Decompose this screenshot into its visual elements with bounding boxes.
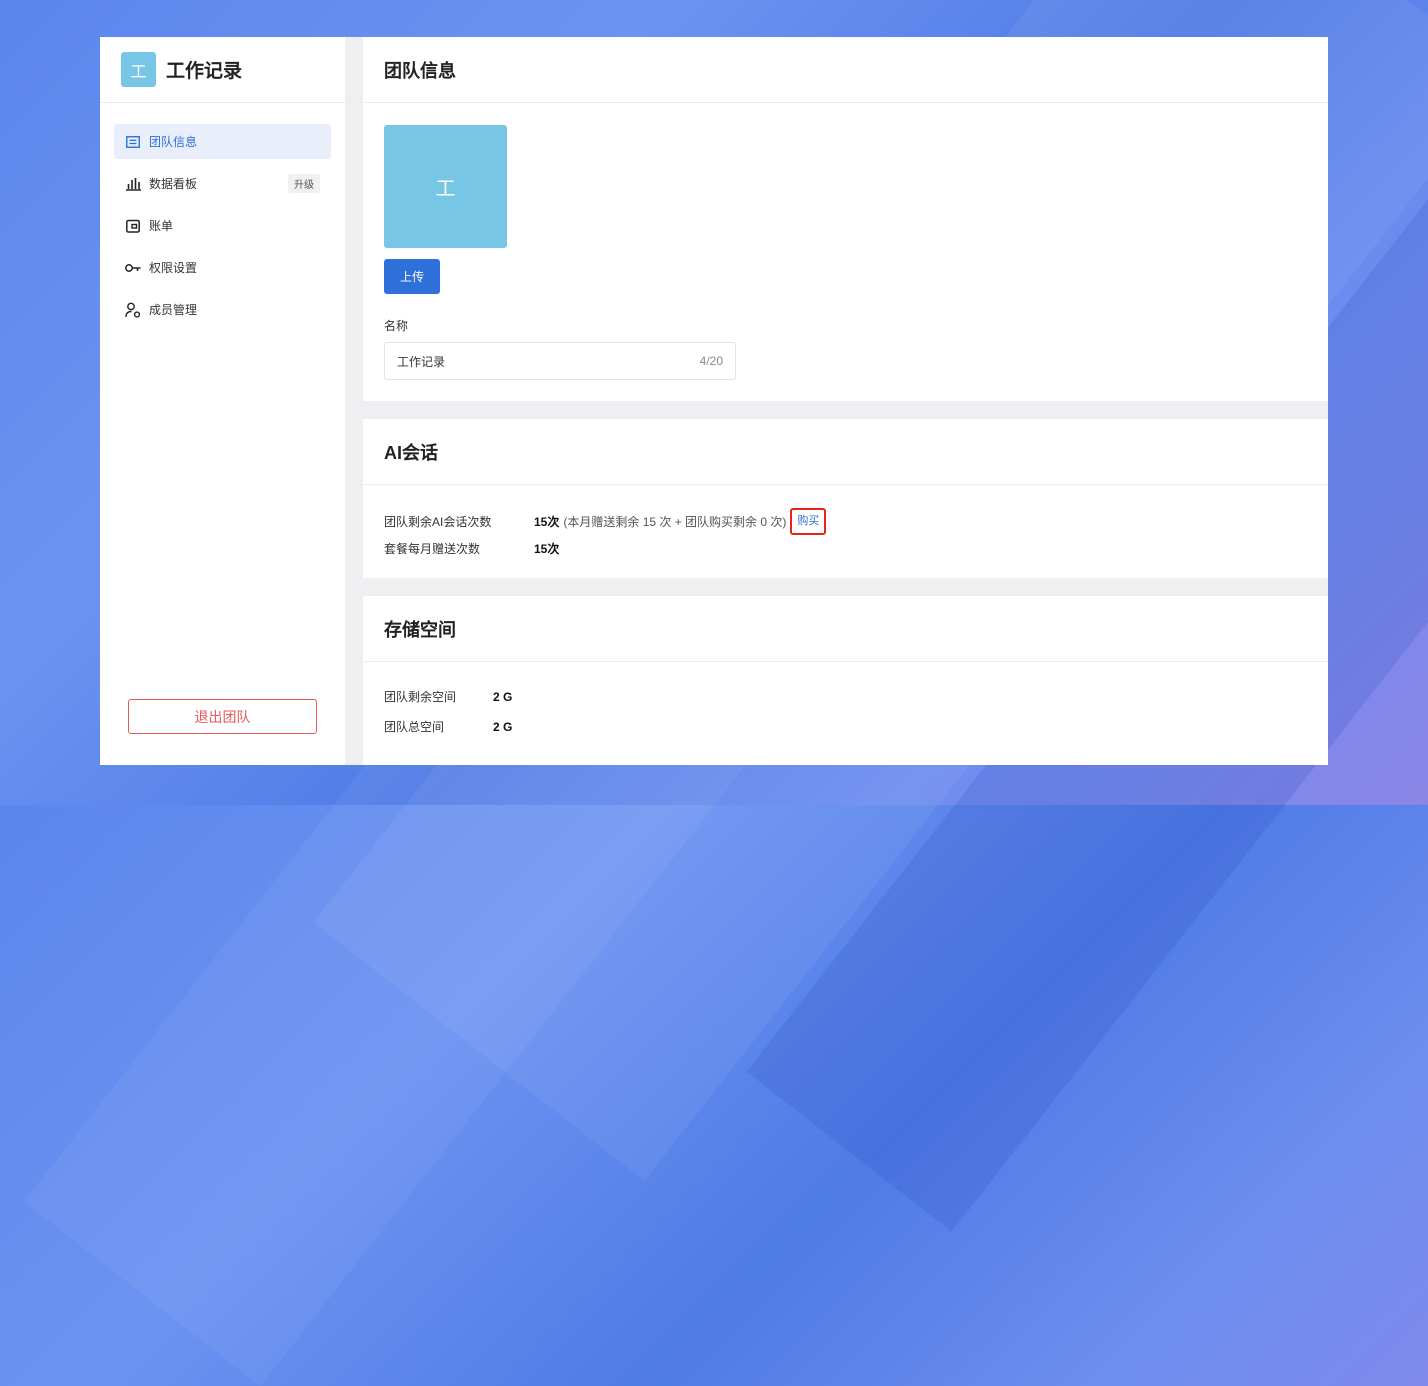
ai-monthly-row: 套餐每月赠送次数 15次 [384,540,559,557]
ai-remaining-note: (本月赠送剩余 15 次 + 团队购买剩余 0 次) [563,515,787,529]
ai-monthly-label: 套餐每月赠送次数 [384,542,481,556]
sidebar-item-label: 数据看板 [149,177,198,191]
sidebar-item-label: 权限设置 [149,261,198,275]
storage-total-row: 团队总空间 2 G [384,718,512,735]
upload-button[interactable]: 上传 [384,259,440,294]
storage-remaining-label: 团队剩余空间 [384,690,457,704]
storage-total-value: 2 G [493,719,513,734]
sidebar-item-permissions[interactable]: 权限设置 [114,250,331,285]
team-info-card: 团队信息 工 上传 名称 工作记录 4/20 [363,37,1328,401]
leave-team-button[interactable]: 退出团队 [128,699,317,734]
storage-card: 存储空间 团队剩余空间 2 G 团队总空间 2 G [363,596,1328,765]
team-name-input[interactable]: 工作记录 4/20 [384,342,736,380]
team-name: 工作记录 [166,61,243,82]
storage-remaining-value: 2 G [493,689,513,704]
sidebar-item-label: 账单 [149,219,174,233]
ai-chat-title: AI会话 [363,419,1328,485]
storage-title: 存储空间 [363,596,1328,662]
team-name-input-value: 工作记录 [397,354,446,369]
buy-link[interactable]: 购买 [790,508,827,535]
sidebar-nav: 团队信息 数据看板 升级 账单 权限设置 成员管理 [100,103,345,327]
bar-chart-icon [125,176,141,192]
sidebar-item-label: 成员管理 [149,303,198,317]
ai-remaining-label: 团队剩余AI会话次数 [384,515,492,529]
user-settings-icon [125,302,141,318]
ai-remaining-value: 15次 [534,515,560,529]
upgrade-badge[interactable]: 升级 [288,174,320,193]
main-content: 团队信息 工 上传 名称 工作记录 4/20 AI会话 团队剩余AI会话次数 1… [363,37,1328,765]
settings-window: 工 工作记录 团队信息 数据看板 升级 账单 权限设置 成员管理 退出团队 团队… [100,37,1328,765]
storage-total-label: 团队总空间 [384,720,445,734]
key-icon [125,260,141,276]
team-avatar-large: 工 [384,125,507,248]
ai-chat-card: AI会话 团队剩余AI会话次数 15次 (本月赠送剩余 15 次 + 团队购买剩… [363,419,1328,578]
team-avatar-small: 工 [121,52,156,87]
sidebar-item-label: 团队信息 [149,135,198,149]
sidebar-header: 工 工作记录 [100,37,345,103]
ai-monthly-value: 15次 [534,542,560,556]
name-field-label: 名称 [384,319,409,333]
ai-remaining-row: 团队剩余AI会话次数 15次 (本月赠送剩余 15 次 + 团队购买剩余 0 次… [384,508,827,535]
list-icon [125,134,141,150]
wallet-icon [125,218,141,234]
storage-remaining-row: 团队剩余空间 2 G [384,688,512,705]
sidebar: 工 工作记录 团队信息 数据看板 升级 账单 权限设置 成员管理 退出团队 [100,37,345,765]
character-counter: 4/20 [699,354,723,368]
sidebar-item-members[interactable]: 成员管理 [114,292,331,327]
team-info-title: 团队信息 [363,37,1328,103]
sidebar-item-team-info[interactable]: 团队信息 [114,124,331,159]
sidebar-item-billing[interactable]: 账单 [114,208,331,243]
sidebar-item-dashboard[interactable]: 数据看板 升级 [114,166,331,201]
